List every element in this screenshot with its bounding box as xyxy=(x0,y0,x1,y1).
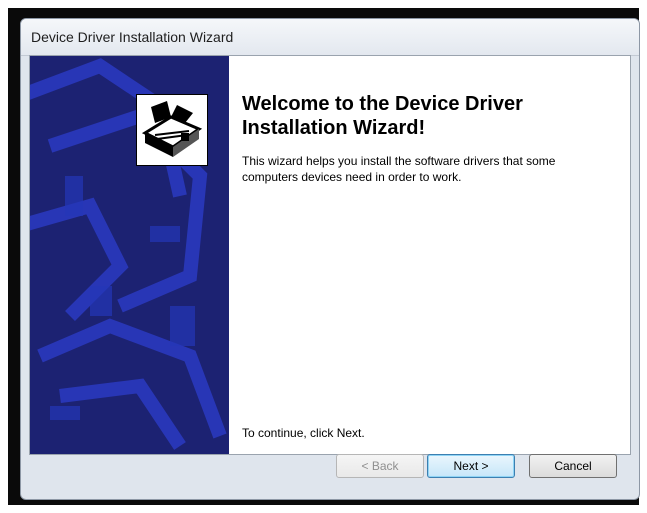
continue-instruction: To continue, click Next. xyxy=(242,426,365,440)
wizard-intro: This wizard helps you install the softwa… xyxy=(242,153,612,185)
heading-line-2: Installation Wizard! xyxy=(242,117,426,139)
next-button[interactable]: Next > xyxy=(427,454,515,478)
wizard-window: Device Driver Installation Wizard Welcom… xyxy=(20,18,640,500)
cancel-button[interactable]: Cancel xyxy=(529,454,617,478)
wizard-content: Welcome to the Device Driver Installatio… xyxy=(29,55,631,455)
wizard-side-banner xyxy=(30,56,229,454)
wizard-heading: Welcome to the Device Driver Installatio… xyxy=(242,92,612,140)
installer-box-icon xyxy=(136,94,208,166)
window-title: Device Driver Installation Wizard xyxy=(31,29,234,45)
intro-line-2: computers devices need in order to work. xyxy=(242,170,462,184)
heading-line-1: Welcome to the Device Driver xyxy=(242,93,523,115)
title-bar[interactable]: Device Driver Installation Wizard xyxy=(21,19,639,56)
intro-line-1: This wizard helps you install the softwa… xyxy=(242,154,556,168)
back-button[interactable]: < Back xyxy=(336,454,424,478)
